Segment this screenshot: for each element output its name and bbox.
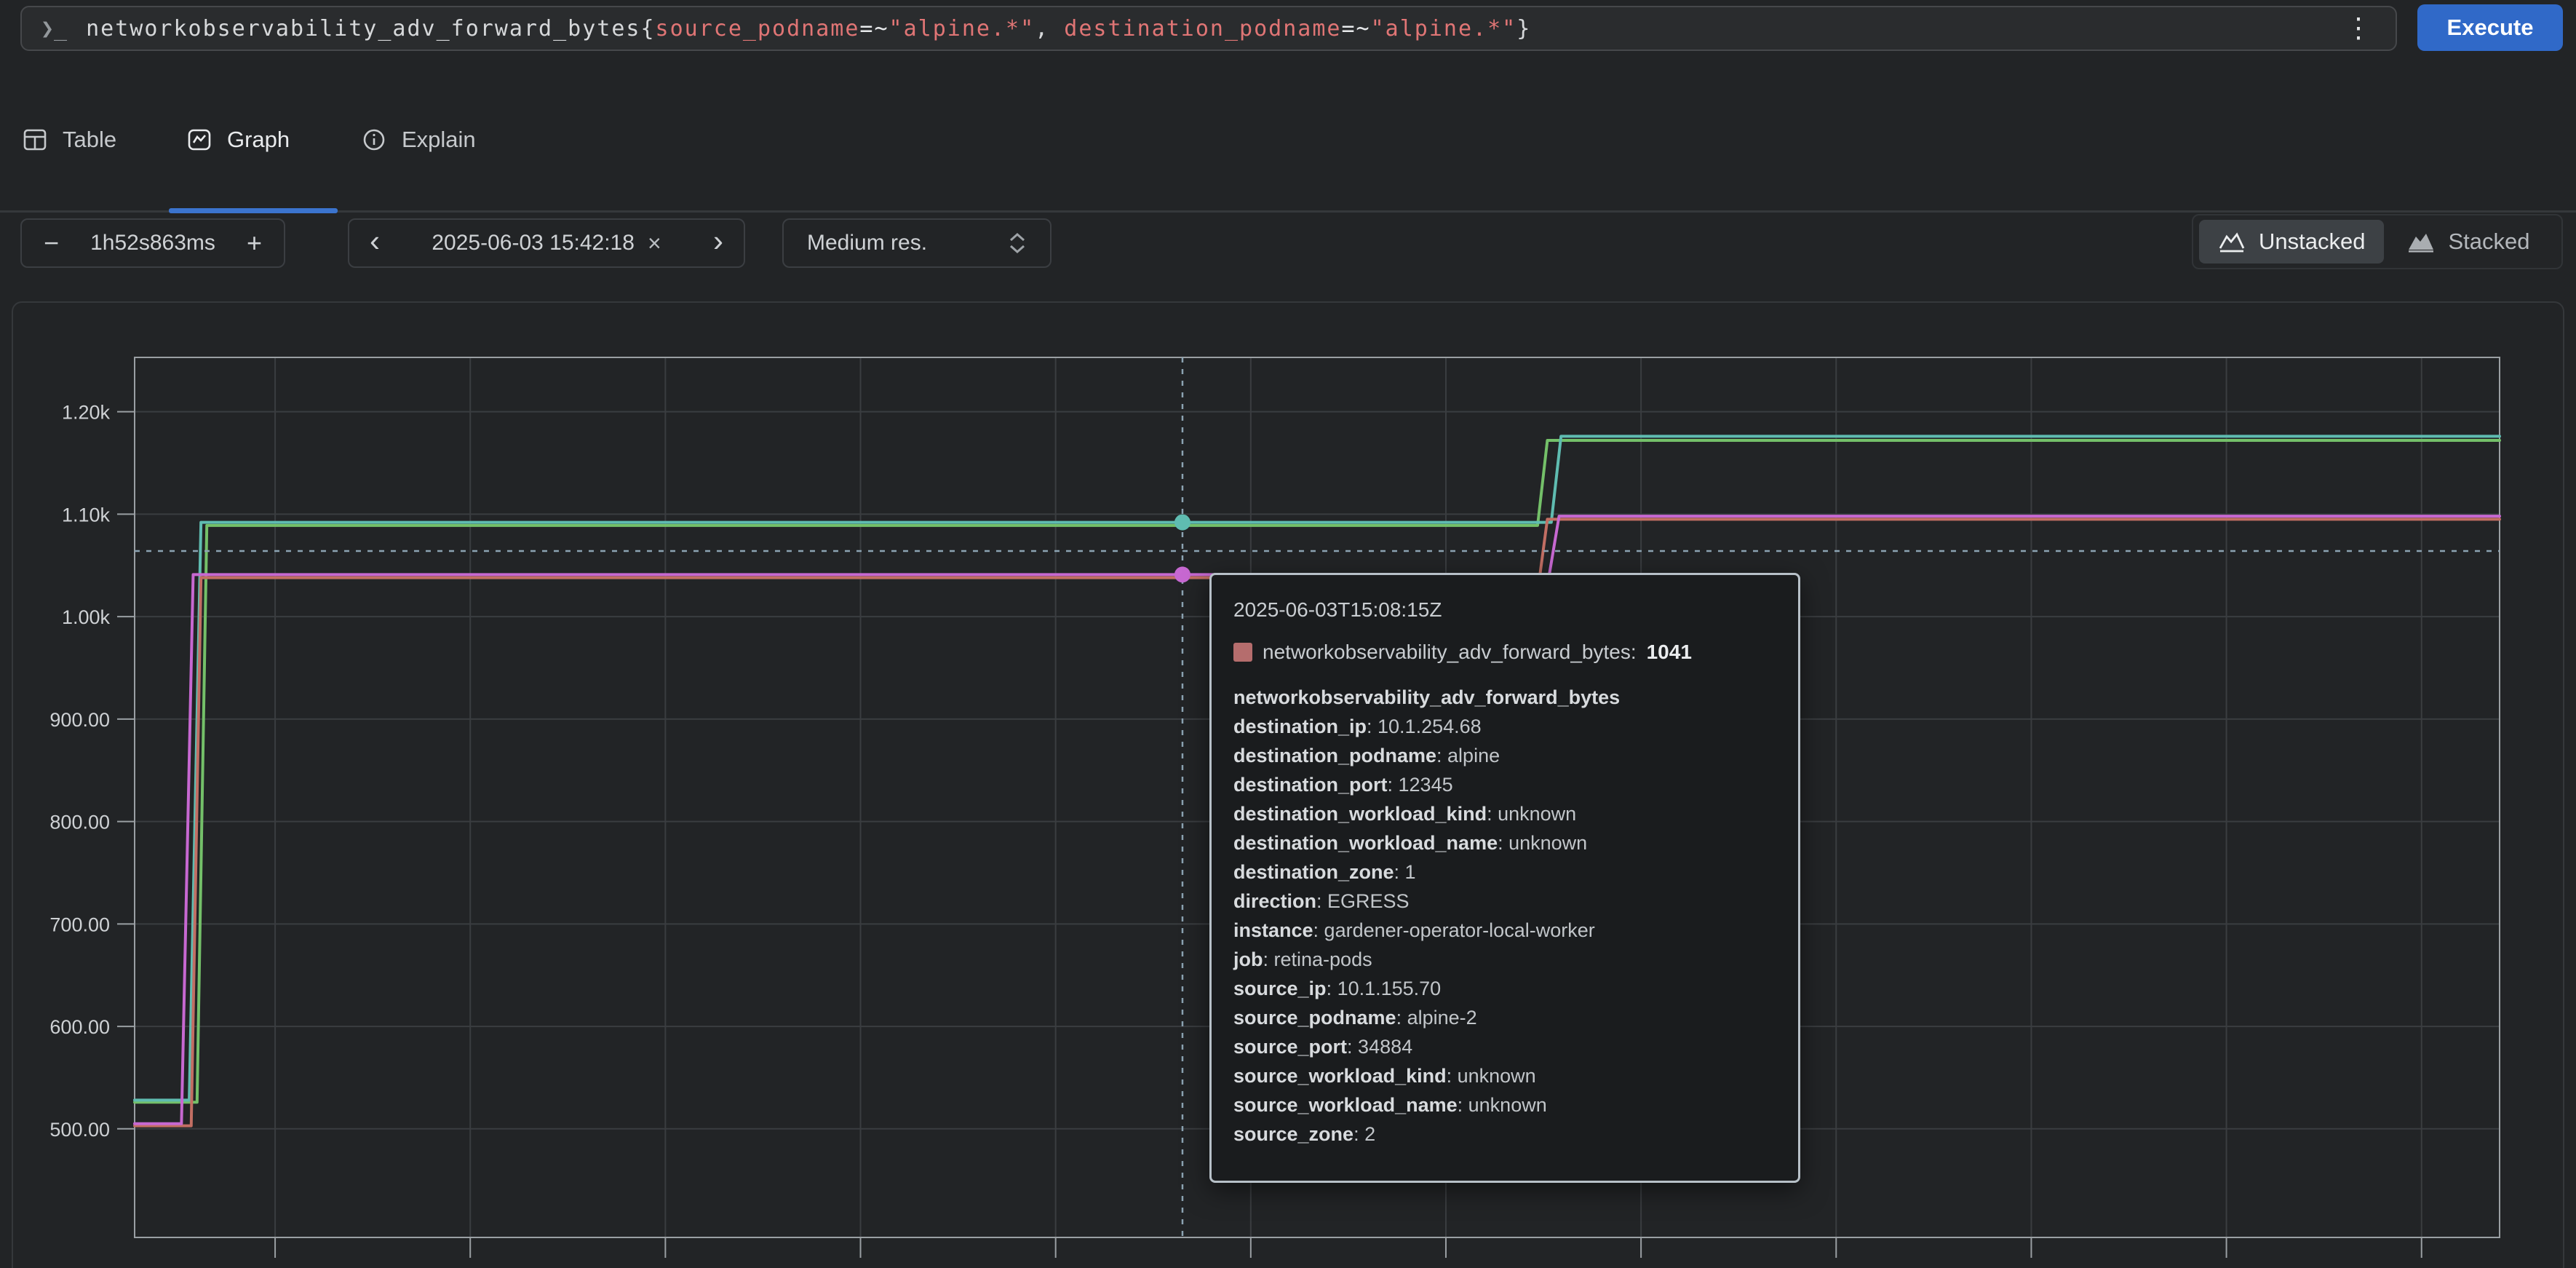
tooltip-series-value: 1041 — [1647, 641, 1692, 664]
tooltip-label-row: direction: EGRESS — [1233, 887, 1776, 916]
y-tick-label: 800.00 — [49, 812, 110, 833]
tooltip-label-row: source_zone: 2 — [1233, 1120, 1776, 1149]
y-tick-label: 500.00 — [49, 1119, 110, 1141]
hover-point — [1174, 515, 1190, 531]
chart-tooltip: 2025-06-03T15:08:15Z networkobservabilit… — [1209, 573, 1800, 1183]
tooltip-label-row: destination_workload_name: unknown — [1233, 828, 1776, 857]
tooltip-series-name: networkobservability_adv_forward_bytes: — [1263, 641, 1637, 664]
y-tick-label: 600.00 — [49, 1016, 110, 1038]
tooltip-label-row: destination_port: 12345 — [1233, 770, 1776, 799]
hover-point — [1174, 566, 1190, 582]
tooltip-label-row: source_podname: alpine-2 — [1233, 1003, 1776, 1032]
tooltip-label-row: source_workload_name: unknown — [1233, 1090, 1776, 1120]
tooltip-label-row: destination_podname: alpine — [1233, 741, 1776, 770]
tooltip-label-row: job: retina-pods — [1233, 945, 1776, 974]
y-tick-label: 1.20k — [62, 402, 111, 424]
tooltip-metric-name: networkobservability_adv_forward_bytes — [1233, 683, 1776, 712]
tooltip-label-row: source_port: 34884 — [1233, 1032, 1776, 1061]
tooltip-label-row: source_ip: 10.1.155.70 — [1233, 974, 1776, 1003]
tooltip-label-row: destination_workload_kind: unknown — [1233, 799, 1776, 828]
tooltip-label-row: instance: gardener-operator-local-worker — [1233, 916, 1776, 945]
tooltip-series-row: networkobservability_adv_forward_bytes: … — [1233, 641, 1776, 664]
y-tick-label: 1.00k — [62, 606, 111, 628]
tooltip-label-list: destination_ip: 10.1.254.68destination_p… — [1233, 712, 1776, 1149]
y-tick-label: 1.10k — [62, 504, 111, 526]
tooltip-label-row: destination_ip: 10.1.254.68 — [1233, 712, 1776, 741]
tooltip-label-row: destination_zone: 1 — [1233, 857, 1776, 887]
tooltip-timestamp: 2025-06-03T15:08:15Z — [1233, 598, 1776, 622]
y-tick-label: 900.00 — [49, 709, 110, 731]
series-color-swatch — [1233, 643, 1252, 662]
tooltip-label-row: source_workload_kind: unknown — [1233, 1061, 1776, 1090]
y-tick-label: 700.00 — [49, 914, 110, 935]
